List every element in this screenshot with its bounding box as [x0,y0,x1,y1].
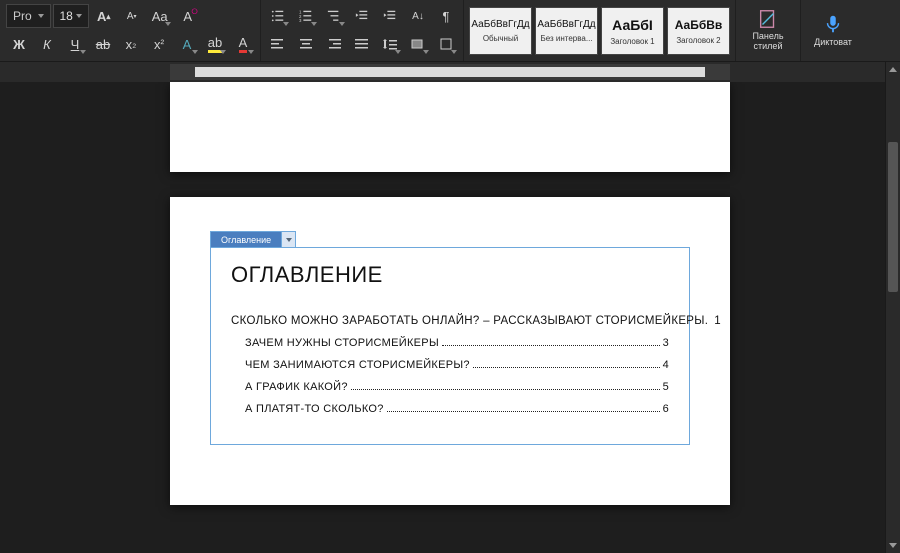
font-name-selector[interactable]: Pro [6,4,51,28]
toc-body: ОГЛАВЛЕНИЕ СКОЛЬКО МОЖНО ЗАРАБОТАТЬ ОНЛА… [211,248,689,444]
bullet-list-button[interactable] [265,4,291,28]
scroll-down-button[interactable] [886,538,900,553]
style-heading2[interactable]: АаБбВв Заголовок 2 [667,7,730,55]
style-name: Обычный [483,30,518,43]
ribbon-group-dictate: Диктоват [801,0,865,61]
toc-entry[interactable]: ЧЕМ ЗАНИМАЮТСЯ СТОРИСМЕЙКЕРЫ? 4 [231,354,669,376]
style-name: Заголовок 2 [676,32,720,45]
align-right-button[interactable] [321,32,347,56]
borders-button[interactable] [433,32,459,56]
increase-indent-button[interactable] [377,4,403,28]
style-heading1[interactable]: АаБбІ Заголовок 1 [601,7,664,55]
style-normal[interactable]: АаБбВвГгДд Обычный [469,7,532,55]
dictate-button[interactable]: Диктоват [805,2,861,58]
align-center-button[interactable] [293,32,319,56]
highlight-color-button[interactable]: ab [202,32,228,56]
style-preview: АаБбВвГгДд [537,19,595,30]
font-color-button[interactable]: A [230,32,256,56]
change-case-button[interactable]: Aa [147,4,173,28]
styles-pane-button[interactable]: Панель стилей [740,2,796,58]
font-size-value: 18 [60,9,73,23]
sort-button[interactable]: A↓ [405,4,431,28]
toc-entry-page: 3 [663,337,669,349]
toc-entry-label: А ПЛАТЯТ-ТО СКОЛЬКО? [245,403,384,415]
toc-entry-page: 6 [663,403,669,415]
numbered-list-button[interactable]: 123 [293,4,319,28]
toc-entry-page: 1 [714,315,721,327]
document-canvas[interactable]: Оглавление ОГЛАВЛЕНИЕ СКОЛЬКО МОЖНО ЗАРА… [0,82,900,551]
ribbon-group-paragraph: 123 A↓ ¶ [261,0,464,61]
scroll-thumb[interactable] [888,142,898,292]
bold-button[interactable]: Ж [6,32,32,56]
toc-entry[interactable]: СКОЛЬКО МОЖНО ЗАРАБОТАТЬ ОНЛАЙН? – РАССК… [231,310,669,332]
font-size-selector[interactable]: 18 [53,4,89,28]
justify-button[interactable] [349,32,375,56]
toc-leader [442,345,660,346]
ribbon-group-styles: АаБбВвГгДд Обычный АаБбВвГгДд Без интерв… [464,0,736,61]
style-preview: АаБбВв [675,18,723,32]
ribbon-group-styles-pane: Панель стилей [736,0,801,61]
line-spacing-button[interactable] [377,32,403,56]
show-marks-button[interactable]: ¶ [433,4,459,28]
toc-entry[interactable]: ЗАЧЕМ НУЖНЫ СТОРИСМЕЙКЕРЫ 3 [231,332,669,354]
chevron-down-icon [38,14,44,18]
scroll-up-button[interactable] [886,62,900,77]
text-effects-button[interactable]: A [174,32,200,56]
style-preview: АаБбВвГгДд [471,19,529,30]
ribbon: Pro 18 A▴ A▾ Aa A⭘ Ж К Ч ab x₂ x² A [0,0,900,62]
underline-button[interactable]: Ч [62,32,88,56]
subscript-button[interactable]: x₂ [118,32,144,56]
dictate-label: Диктоват [814,37,852,47]
toc-control-tab: Оглавление [210,231,296,247]
toc-entry-label: ЗАЧЕМ НУЖНЫ СТОРИСМЕЙКЕРЫ [245,337,439,349]
toc-entry-label: А ГРАФИК КАКОЙ? [245,381,348,393]
toc-entry-page: 5 [663,381,669,393]
toc-leader [351,389,660,390]
shrink-font-button[interactable]: A▾ [119,4,145,28]
decrease-indent-button[interactable] [349,4,375,28]
styles-gallery: АаБбВвГгДд Обычный АаБбВвГгДд Без интерв… [467,4,732,58]
toc-content-control[interactable]: Оглавление ОГЛАВЛЕНИЕ СКОЛЬКО МОЖНО ЗАРА… [210,247,690,445]
toc-entry[interactable]: А ПЛАТЯТ-ТО СКОЛЬКО? 6 [231,398,669,420]
page-2[interactable]: Оглавление ОГЛАВЛЕНИЕ СКОЛЬКО МОЖНО ЗАРА… [170,197,730,505]
vertical-scrollbar[interactable] [885,62,900,553]
toc-entry-label: СКОЛЬКО МОЖНО ЗАРАБОТАТЬ ОНЛАЙН? – РАССК… [231,315,708,327]
style-no-spacing[interactable]: АаБбВвГгДд Без интерва... [535,7,598,55]
chevron-down-icon [76,14,82,18]
style-name: Заголовок 1 [610,33,654,46]
page-1-bottom[interactable] [170,82,730,172]
style-name: Без интерва... [540,30,592,43]
toc-update-dropdown[interactable] [282,231,296,247]
toc-entry-page: 4 [663,359,669,371]
horizontal-ruler[interactable] [0,62,900,82]
strikethrough-button[interactable]: ab [90,32,116,56]
toc-control-label[interactable]: Оглавление [210,231,282,247]
multilevel-list-button[interactable] [321,4,347,28]
align-left-button[interactable] [265,32,291,56]
toc-leader [473,367,660,368]
toc-entry-label: ЧЕМ ЗАНИМАЮТСЯ СТОРИСМЕЙКЕРЫ? [245,359,470,371]
ribbon-group-font: Pro 18 A▴ A▾ Aa A⭘ Ж К Ч ab x₂ x² A [2,0,261,61]
italic-button[interactable]: К [34,32,60,56]
shading-button[interactable] [405,32,431,56]
svg-text:3: 3 [299,18,302,23]
superscript-button[interactable]: x² [146,32,172,56]
style-preview: АаБбІ [612,17,653,33]
styles-pane-label: Панель стилей [740,32,796,52]
grow-font-button[interactable]: A▴ [91,4,117,28]
toc-leader [387,411,660,412]
font-name-value: Pro [13,9,32,23]
toc-title[interactable]: ОГЛАВЛЕНИЕ [231,262,669,288]
toc-entry[interactable]: А ГРАФИК КАКОЙ? 5 [231,376,669,398]
clear-formatting-button[interactable]: A⭘ [175,4,201,28]
